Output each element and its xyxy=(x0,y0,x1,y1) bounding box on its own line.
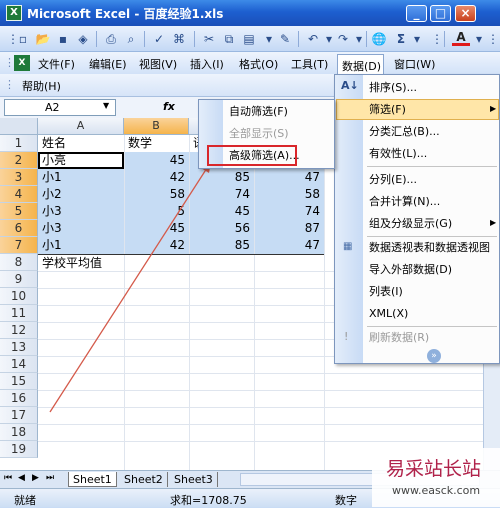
menu-item-advanced-filter[interactable]: 高级筛选(A)... xyxy=(229,145,300,166)
menu-item-text-to-columns[interactable]: 分列(E)... xyxy=(369,169,417,190)
menu-item-consolidate[interactable]: 合并计算(N)... xyxy=(369,191,440,212)
menu-item-xml[interactable]: XML(X) xyxy=(369,303,408,324)
watermark: 易采站长站 www.easck.com xyxy=(372,448,500,507)
tab-prev-icon[interactable]: ◀ xyxy=(18,473,25,483)
menu-item-filter[interactable]: 筛选(F) xyxy=(369,99,406,120)
status-mode: 数字 xyxy=(335,494,357,507)
submenu-arrow-icon: ▶ xyxy=(490,104,497,113)
menu-item-import-external[interactable]: 导入外部数据(D) xyxy=(369,259,452,280)
status-sum: 求和=1708.75 xyxy=(170,494,247,507)
tab-last-icon[interactable]: ⏭ xyxy=(46,473,54,483)
expand-menu-icon[interactable]: » xyxy=(427,349,441,363)
menu-item-refresh: 刷新数据(R) xyxy=(369,331,430,344)
tab-sheet3[interactable]: Sheet3 xyxy=(170,472,218,487)
menu-item-group-outline[interactable]: 组及分级显示(G) xyxy=(369,213,452,234)
tab-sheet1[interactable]: Sheet1 xyxy=(68,472,117,487)
menu-item-pivot-table[interactable]: 数据透视表和数据透视图 xyxy=(369,237,490,258)
menu-item-sort[interactable]: 排序(S)... xyxy=(369,77,417,98)
submenu-arrow-icon: ▶ xyxy=(490,218,497,227)
pivot-table-icon: ▦ xyxy=(343,241,353,252)
menu-item-validation[interactable]: 有效性(L)... xyxy=(369,143,427,164)
tab-first-icon[interactable]: ⏮ xyxy=(4,473,12,483)
watermark-text: 易采站长站 xyxy=(386,458,482,480)
menu-item-autofilter[interactable]: 自动筛选(F) xyxy=(229,101,288,122)
menu-item-show-all: 全部显示(S) xyxy=(229,127,289,140)
menu-separator xyxy=(367,166,497,167)
filter-submenu: 自动筛选(F) 全部显示(S) 高级筛选(A)... xyxy=(198,99,335,169)
menu-item-highlight xyxy=(336,99,499,120)
menu-item-subtotals[interactable]: 分类汇总(B)... xyxy=(369,121,440,142)
tab-next-icon[interactable]: ▶ xyxy=(32,473,39,483)
sort-icon: A↓ xyxy=(341,79,359,92)
tab-sheet2[interactable]: Sheet2 xyxy=(120,472,168,487)
menu-item-list[interactable]: 列表(I) xyxy=(369,281,403,302)
refresh-icon: ! xyxy=(344,330,349,343)
watermark-url: www.easck.com xyxy=(392,484,481,497)
status-ready: 就绪 xyxy=(14,494,36,507)
arrow-line xyxy=(49,167,208,413)
data-menu-dropdown: A↓ 排序(S)... 筛选(F) ▶ 分类汇总(B)... 有效性(L)...… xyxy=(334,74,500,364)
